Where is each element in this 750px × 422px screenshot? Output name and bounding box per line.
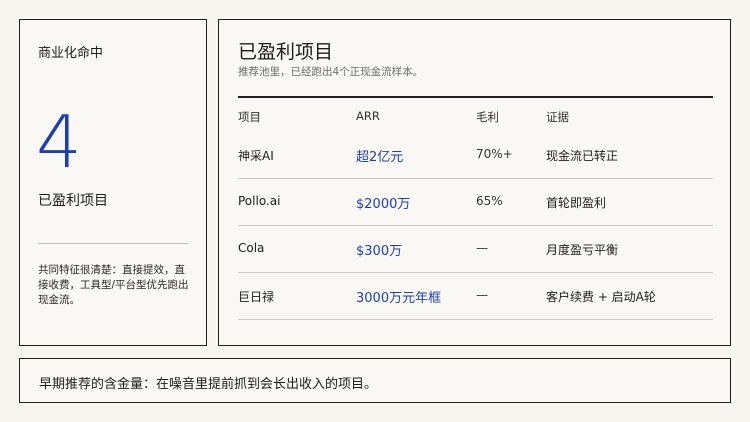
cell-arr: $300万 xyxy=(356,244,403,259)
header-project: 项目 xyxy=(238,110,261,124)
header-evidence: 证据 xyxy=(546,110,569,124)
cell-evidence: 首轮即盈利 xyxy=(546,196,607,210)
table-header: 项目 ARR 毛利 证据 xyxy=(238,109,713,125)
profitable-projects-card: 已盈利项目 推荐池里，已经跑出4个正现金流样本。 项目 ARR 毛利 证据 神采… xyxy=(218,19,731,346)
header-arr: ARR xyxy=(356,109,380,123)
cell-margin: — xyxy=(476,241,488,255)
cell-arr: $2000万 xyxy=(356,197,411,212)
cell-evidence: 客户续费 + 启动A轮 xyxy=(546,290,656,304)
cell-project: Pollo.ai xyxy=(238,194,281,208)
table-top-rule xyxy=(238,96,713,98)
summary-divider xyxy=(38,243,188,244)
footer-text: 早期推荐的含金量：在噪音里提前抓到会长出收入的项目。 xyxy=(39,377,378,392)
cell-arr: 3000万元年框 xyxy=(356,291,442,306)
summary-label: 商业化命中 xyxy=(38,46,104,61)
page-subtitle: 推荐池里，已经跑出4个正现金流样本。 xyxy=(238,66,424,78)
cell-margin: 70%+ xyxy=(476,147,513,161)
cell-margin: — xyxy=(476,288,488,302)
table-row: 神采AI 超2亿元 70%+ 现金流已转正 xyxy=(238,132,713,179)
cell-project: Cola xyxy=(238,241,265,255)
profitable-count: 4 xyxy=(36,100,82,184)
table-row: Cola $300万 — 月度盈亏平衡 xyxy=(238,226,713,273)
cell-project: 巨日禄 xyxy=(238,290,275,304)
profitable-caption: 已盈利项目 xyxy=(38,193,108,209)
cell-evidence: 月度盈亏平衡 xyxy=(546,243,619,257)
footer-banner: 早期推荐的含金量：在噪音里提前抓到会长出收入的项目。 xyxy=(19,358,731,403)
summary-note: 共同特征很清楚：直接提效，直接收费，工具型/平台型优先跑出现金流。 xyxy=(38,264,189,306)
table-row: 巨日禄 3000万元年框 — 客户续费 + 启动A轮 xyxy=(238,273,713,320)
header-margin: 毛利 xyxy=(476,110,499,124)
summary-card: 商业化命中 4 已盈利项目 共同特征很清楚：直接提效，直接收费，工具型/平台型优… xyxy=(19,19,207,346)
cell-project: 神采AI xyxy=(238,149,274,163)
cell-evidence: 现金流已转正 xyxy=(546,149,619,163)
cell-arr: 超2亿元 xyxy=(356,150,404,165)
cell-margin: 65% xyxy=(476,194,503,208)
page-title: 已盈利项目 xyxy=(238,41,334,63)
table-row: Pollo.ai $2000万 65% 首轮即盈利 xyxy=(238,179,713,226)
